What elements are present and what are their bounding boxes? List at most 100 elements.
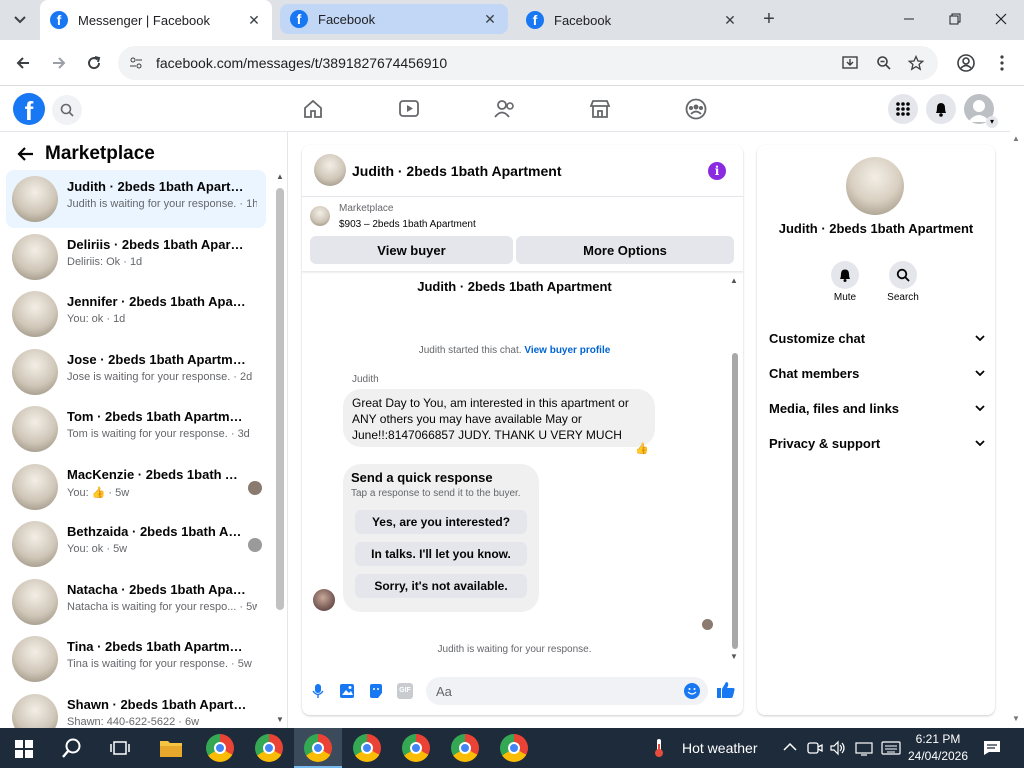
conversation-item[interactable]: Judith · 2beds 1bath Apartment Judith is… [6, 170, 266, 228]
conversation-item[interactable]: Jennifer · 2beds 1bath Apartment You: ok… [6, 285, 266, 343]
search-in-chat-button[interactable] [889, 261, 917, 289]
nav-friends[interactable] [493, 98, 517, 120]
quick-reply-not-available-button[interactable]: Sorry, it's not available. [355, 574, 527, 598]
close-window-button[interactable] [992, 10, 1010, 28]
chat-scrollbar[interactable] [732, 353, 738, 649]
listing-thumbnail[interactable] [310, 206, 330, 226]
list-scroll-down-icon[interactable]: ▼ [276, 715, 284, 724]
nav-watch[interactable] [398, 98, 420, 120]
file-explorer-button[interactable] [159, 738, 183, 758]
restore-button[interactable] [946, 10, 964, 28]
tab-facebook-1[interactable]: f Facebook ✕ [280, 4, 508, 34]
tab-facebook-2[interactable]: f Facebook ✕ [516, 0, 748, 40]
keyboard-icon[interactable] [881, 741, 901, 755]
chrome-profile-3-icon[interactable] [304, 734, 332, 762]
bookmark-star-icon[interactable] [908, 55, 924, 71]
account-chevron-icon[interactable]: ▾ [986, 116, 998, 128]
listing-thumbnail [12, 406, 58, 452]
chat-header-title[interactable]: Judith · 2beds 1bath Apartment [352, 163, 562, 179]
conversation-item[interactable]: Bethzaida · 2beds 1bath Apar... You: ok … [6, 515, 266, 573]
more-options-button[interactable]: More Options [516, 236, 734, 264]
nav-home[interactable] [302, 98, 324, 120]
browser-menu-button[interactable] [991, 52, 1013, 74]
nav-groups[interactable] [685, 98, 707, 120]
tab-search-button[interactable] [8, 8, 32, 32]
conversation-item[interactable]: Natacha · 2beds 1bath Apartment Natacha … [6, 573, 266, 631]
tab-messenger[interactable]: f Messenger | Facebook ✕ [40, 0, 272, 40]
conversation-item[interactable]: Jose · 2beds 1bath Apartment Jose is wai… [6, 343, 266, 401]
message-input[interactable]: Aa [426, 677, 708, 705]
thumbs-up-reaction-icon[interactable]: 👍 [635, 442, 649, 455]
list-scroll-up-icon[interactable]: ▲ [276, 172, 284, 181]
menu-button[interactable] [888, 94, 918, 124]
new-tab-button[interactable]: + [758, 8, 780, 30]
conversation-name: Shawn · 2beds 1bath Apartment [67, 697, 247, 712]
quick-reply-yes-button[interactable]: Yes, are you interested? [355, 510, 527, 534]
clock[interactable]: 6:21 PM 24/04/2026 [906, 731, 970, 765]
sticker-button[interactable] [368, 683, 384, 699]
close-tab-icon[interactable]: ✕ [722, 12, 738, 29]
conversation-item[interactable]: Shawn · 2beds 1bath Apartment Shawn: 440… [6, 688, 266, 728]
taskbar-search-button[interactable] [61, 737, 83, 759]
chrome-profile-1-icon[interactable] [206, 734, 234, 762]
conversation-item[interactable]: Tina · 2beds 1bath Apartment Tina is wai… [6, 630, 266, 688]
chrome-profile-2-icon[interactable] [255, 734, 283, 762]
weather-widget[interactable]: Hot weather [652, 738, 757, 758]
chrome-profile-7-icon[interactable] [500, 734, 528, 762]
chrome-profile-6-icon[interactable] [451, 734, 479, 762]
forward-button[interactable] [48, 52, 70, 74]
sender-avatar[interactable] [313, 589, 335, 611]
facebook-logo[interactable]: f [13, 93, 45, 125]
site-info-icon[interactable] [128, 55, 144, 71]
chat-members-section[interactable]: Chat members [769, 363, 985, 383]
conversation-item[interactable]: MacKenzie · 2beds 1bath Apa... You: 👍 · … [6, 458, 266, 516]
list-scrollbar[interactable] [276, 188, 284, 610]
install-app-icon[interactable] [842, 55, 860, 71]
chat-scroll-down-icon[interactable]: ▼ [730, 652, 738, 661]
minimize-button[interactable] [900, 10, 918, 28]
mute-button[interactable] [831, 261, 859, 289]
incoming-message-bubble[interactable]: Great Day to You, am interested in this … [343, 389, 655, 447]
back-arrow-button[interactable] [16, 146, 34, 162]
profile-button[interactable] [955, 52, 977, 74]
nav-marketplace[interactable] [589, 98, 611, 120]
start-button[interactable] [15, 740, 33, 758]
close-tab-icon[interactable]: ✕ [482, 11, 498, 28]
listing-detail[interactable]: $903 – 2beds 1bath Apartment [339, 219, 476, 230]
chrome-profile-5-icon[interactable] [402, 734, 430, 762]
conversation-item[interactable]: Deliriis · 2beds 1bath Apartment Delirii… [6, 228, 266, 286]
show-hidden-icons[interactable] [783, 742, 797, 752]
page-scroll-down-icon[interactable]: ▼ [1012, 714, 1020, 723]
volume-icon[interactable] [830, 740, 846, 756]
view-buyer-profile-link[interactable]: View buyer profile [524, 345, 610, 356]
chat-scroll-up-icon[interactable]: ▲ [730, 276, 738, 285]
privacy-support-section[interactable]: Privacy & support [769, 433, 985, 453]
network-icon[interactable] [855, 740, 873, 756]
conversation-item[interactable]: Tom · 2beds 1bath Apartment Tom is waiti… [6, 400, 266, 458]
back-button[interactable] [12, 52, 34, 74]
attach-photo-button[interactable] [339, 683, 355, 699]
task-view-button[interactable] [110, 739, 130, 757]
page-scroll-up-icon[interactable]: ▲ [1012, 134, 1020, 143]
customize-chat-section[interactable]: Customize chat [769, 328, 985, 348]
voice-clip-button[interactable] [312, 683, 324, 699]
meet-now-icon[interactable] [807, 740, 823, 756]
gif-button[interactable]: GIF [397, 683, 413, 699]
facebook-search-button[interactable] [52, 95, 82, 125]
url-text[interactable]: facebook.com/messages/t/3891827674456910 [156, 55, 842, 71]
reload-button[interactable] [83, 52, 105, 74]
view-buyer-button[interactable]: View buyer [310, 236, 513, 264]
omnibox[interactable]: facebook.com/messages/t/3891827674456910 [118, 46, 938, 80]
details-avatar[interactable] [846, 157, 904, 215]
chat-header-avatar[interactable] [314, 154, 346, 186]
chrome-profile-4-icon[interactable] [353, 734, 381, 762]
info-button[interactable]: i [708, 162, 726, 180]
media-files-links-section[interactable]: Media, files and links [769, 398, 985, 418]
like-button[interactable] [716, 681, 736, 699]
notifications-button[interactable] [926, 94, 956, 124]
close-tab-icon[interactable]: ✕ [246, 12, 262, 29]
emoji-icon[interactable] [684, 683, 700, 699]
zoom-icon[interactable] [876, 55, 892, 71]
quick-reply-in-talks-button[interactable]: In talks. I'll let you know. [355, 542, 527, 566]
notifications-center-icon[interactable] [983, 740, 1001, 756]
